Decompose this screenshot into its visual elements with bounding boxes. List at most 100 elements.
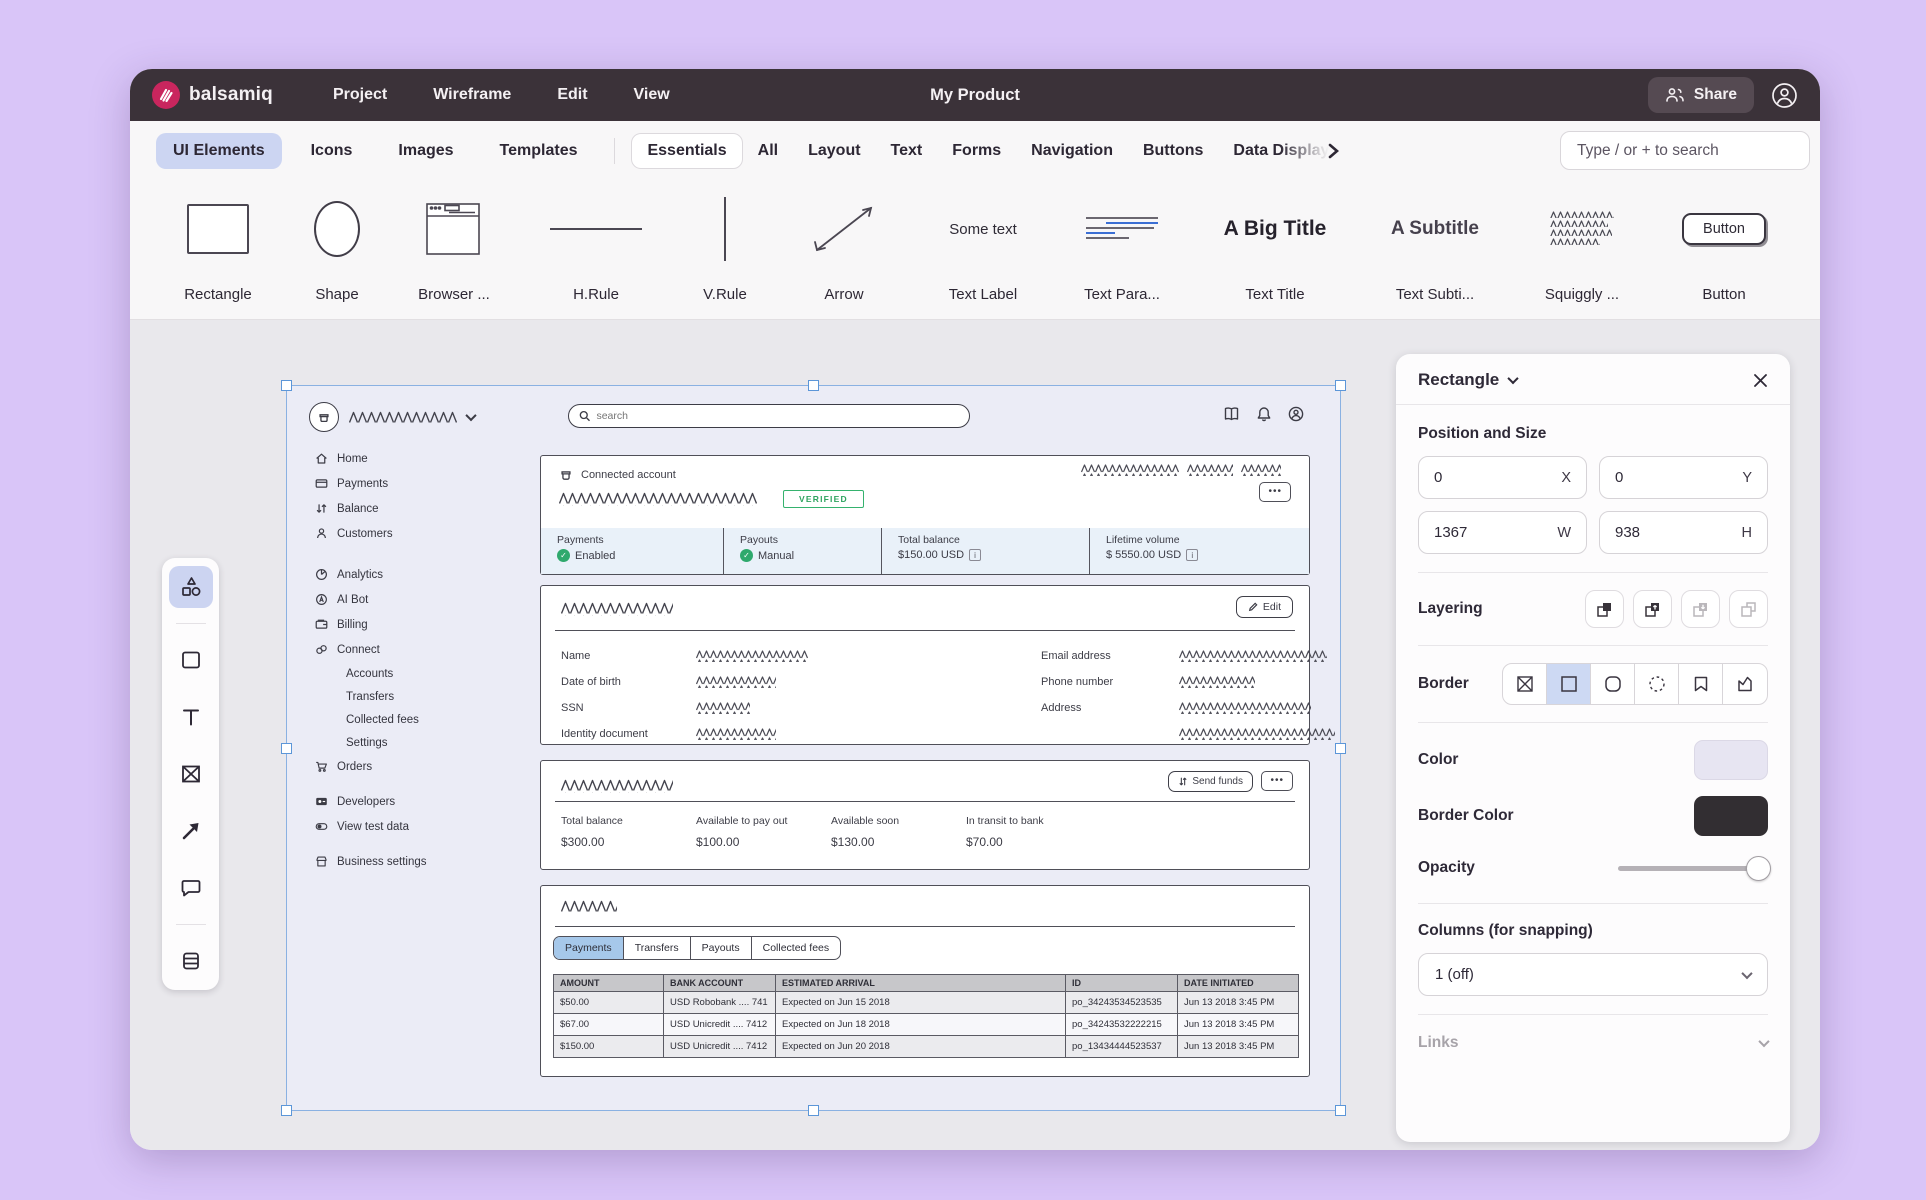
nav-analytics[interactable]: Analytics (315, 562, 480, 587)
category-layout[interactable]: Layout (793, 134, 875, 168)
send-funds-button[interactable]: Send funds (1168, 771, 1253, 792)
nav-billing[interactable]: Billing (315, 612, 480, 637)
nav-orders[interactable]: Orders (315, 754, 480, 779)
wireframe-mockup[interactable]: Home Payments Balance Customers Ana (287, 386, 1340, 1110)
inspector-title-chevron-icon[interactable] (1508, 373, 1519, 384)
y-input[interactable] (1615, 469, 1705, 486)
data-rows-tool-button[interactable] (169, 940, 213, 982)
opacity-slider-thumb[interactable] (1746, 856, 1771, 881)
send-to-back-button[interactable] (1729, 590, 1768, 628)
border-style-rounded-button[interactable] (1591, 664, 1635, 704)
tab-collected-fees[interactable]: Collected fees (752, 937, 841, 959)
palette-item-text-label[interactable]: Some text Text Label (928, 190, 1038, 319)
image-tool-button[interactable] (169, 753, 213, 795)
text-tool-button[interactable] (169, 696, 213, 738)
docs-book-icon[interactable] (1223, 406, 1240, 422)
nav-collected-fees[interactable]: Collected fees (315, 708, 480, 731)
nav-balance[interactable]: Balance (315, 496, 480, 521)
table-row[interactable]: $67.00USD Unicredit .... 7412Expected on… (554, 1014, 1299, 1036)
border-style-dashed-circle-button[interactable] (1635, 664, 1679, 704)
x-field[interactable]: X (1418, 456, 1587, 499)
palette-item-button[interactable]: Button Button (1668, 190, 1780, 319)
border-style-peak-button[interactable] (1723, 664, 1767, 704)
border-style-square-button[interactable] (1547, 664, 1591, 704)
palette-item-text-para[interactable]: Text Para... (1068, 190, 1176, 319)
menu-view[interactable]: View (634, 86, 670, 104)
bring-forward-button[interactable] (1633, 590, 1672, 628)
palette-item-squiggly[interactable]: Squiggly ... (1526, 190, 1638, 319)
border-style-bookmark-button[interactable] (1679, 664, 1723, 704)
canvas[interactable]: Home Payments Balance Customers Ana (130, 320, 1820, 1150)
send-backward-button[interactable] (1681, 590, 1720, 628)
balance-more-button[interactable]: ••• (1261, 771, 1293, 791)
bring-to-front-button[interactable] (1585, 590, 1624, 628)
palette-item-text-title[interactable]: A Big Title Text Title (1206, 190, 1344, 319)
nav-transfers[interactable]: Transfers (315, 685, 480, 708)
account-avatar-icon[interactable] (1770, 81, 1798, 109)
nav-accounts[interactable]: Accounts (315, 662, 480, 685)
account-more-button[interactable]: ••• (1259, 482, 1291, 502)
category-all[interactable]: All (743, 134, 793, 168)
palette-item-cutoff[interactable]: Bu (1810, 190, 1820, 319)
palette-item-shape[interactable]: Shape (298, 190, 376, 319)
nav-customers[interactable]: Customers (315, 521, 480, 546)
tab-images[interactable]: Images (381, 133, 470, 169)
width-input[interactable] (1434, 524, 1524, 541)
x-input[interactable] (1434, 469, 1524, 486)
comment-tool-button[interactable] (169, 867, 213, 909)
menu-wireframe[interactable]: Wireframe (433, 86, 511, 104)
selection-handle-nw[interactable] (281, 380, 292, 391)
selection-handle-s[interactable] (808, 1105, 819, 1116)
palette-item-text-subtitle[interactable]: A Subtitle Text Subti... (1374, 190, 1496, 319)
nav-settings[interactable]: Settings (315, 731, 480, 754)
tab-templates[interactable]: Templates (483, 133, 595, 169)
border-style-none-button[interactable] (1503, 664, 1547, 704)
nav-developers[interactable]: Developers (315, 789, 480, 814)
palette-item-browser[interactable]: Browser ... (406, 190, 502, 319)
palette-item-vrule[interactable]: V.Rule (690, 190, 760, 319)
arrow-tool-button[interactable] (169, 810, 213, 852)
mockup-search-input[interactable] (596, 410, 959, 422)
menu-project[interactable]: Project (333, 86, 387, 104)
category-essentials[interactable]: Essentials (631, 133, 742, 169)
opacity-slider[interactable] (1618, 856, 1768, 880)
nav-home[interactable]: Home (315, 446, 480, 471)
width-field[interactable]: W (1418, 511, 1587, 554)
shapes-tool-button[interactable] (169, 566, 213, 608)
nav-connect[interactable]: Connect (315, 637, 480, 662)
selection-handle-w[interactable] (281, 743, 292, 754)
menu-edit[interactable]: Edit (557, 86, 587, 104)
mockup-logo-group[interactable] (309, 402, 475, 432)
height-field[interactable]: H (1599, 511, 1768, 554)
nav-ai-bot[interactable]: AI Bot (315, 587, 480, 612)
selection-handle-n[interactable] (808, 380, 819, 391)
category-forms[interactable]: Forms (937, 134, 1016, 168)
tab-ui-elements[interactable]: UI Elements (156, 133, 282, 169)
palette-item-arrow[interactable]: Arrow (790, 190, 898, 319)
mockup-search-bar[interactable] (568, 404, 970, 428)
selection-handle-sw[interactable] (281, 1105, 292, 1116)
palette-item-rectangle[interactable]: Rectangle (168, 190, 268, 319)
links-row[interactable]: Links (1418, 1015, 1768, 1071)
selection-handle-ne[interactable] (1335, 380, 1346, 391)
table-row[interactable]: $50.00USD Robobank .... 741Expected on J… (554, 992, 1299, 1014)
category-text[interactable]: Text (876, 134, 938, 168)
library-search-input[interactable] (1560, 131, 1810, 170)
profile-icon[interactable] (1288, 406, 1304, 422)
nav-business-settings[interactable]: Business settings (315, 849, 480, 874)
share-button[interactable]: Share (1648, 77, 1754, 113)
tab-icons[interactable]: Icons (294, 133, 370, 169)
nav-view-test-data[interactable]: View test data (315, 814, 480, 839)
edit-button[interactable]: Edit (1236, 596, 1293, 618)
y-field[interactable]: Y (1599, 456, 1768, 499)
category-navigation[interactable]: Navigation (1016, 134, 1128, 168)
palette-item-hrule[interactable]: H.Rule (532, 190, 660, 319)
rectangle-tool-button[interactable] (169, 639, 213, 681)
height-input[interactable] (1615, 524, 1705, 541)
columns-select[interactable]: 1 (off) (1418, 953, 1768, 996)
category-buttons[interactable]: Buttons (1128, 134, 1218, 168)
inspector-close-icon[interactable] (1753, 373, 1768, 388)
selection-handle-se[interactable] (1335, 1105, 1346, 1116)
border-color-swatch[interactable] (1694, 796, 1768, 836)
tab-transfers[interactable]: Transfers (624, 937, 691, 959)
